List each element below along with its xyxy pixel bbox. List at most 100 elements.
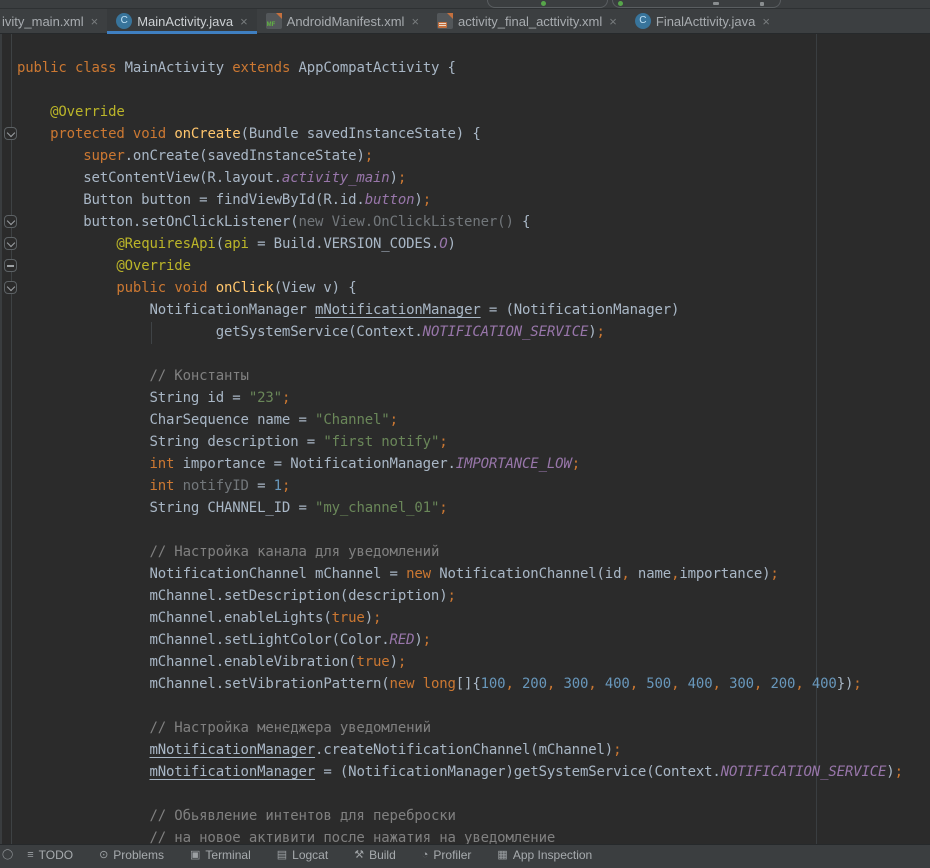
code-token: NotificationManager (17, 302, 315, 318)
code-token: String id = (17, 390, 249, 406)
code-token: name (630, 566, 671, 582)
tab-activity-final-acttivity-xml[interactable]: activity_final_acttivity.xml× (428, 9, 626, 33)
close-icon[interactable]: × (91, 15, 99, 28)
code-token: 200 (522, 676, 547, 692)
tab-finalacttivity-java[interactable]: CFinalActtivity.java× (626, 9, 779, 33)
code-token: ) (448, 236, 456, 252)
code-token: mNotificationManager (315, 302, 481, 318)
toolwindow-button-logcat[interactable]: ▤Logcat (277, 848, 328, 862)
code-token: protected (50, 126, 125, 142)
code-token: true (332, 610, 365, 626)
code-line: String id = "23"; (17, 387, 930, 409)
code-line: // Настройка менеджера уведомлений (17, 717, 930, 739)
code-token: ( (216, 236, 224, 252)
code-token (17, 368, 149, 384)
tab-ivity-main-xml[interactable]: ivity_main.xml× (0, 9, 107, 33)
code-line: mChannel.setLightColor(Color.RED); (17, 629, 930, 651)
code-token (17, 544, 149, 560)
code-token: int (149, 456, 174, 472)
code-token: ; (597, 324, 605, 340)
code-token: void (174, 280, 207, 296)
ide-window: { "app": {"name": "Android Studio editor… (0, 0, 930, 855)
code-editor[interactable]: public class MainActivity extends AppCom… (0, 34, 930, 855)
run-configuration-widget[interactable] (487, 0, 608, 8)
code-line: int importance = NotificationManager.IMP… (17, 453, 930, 475)
close-icon[interactable]: × (411, 15, 419, 28)
code-token: ; (448, 588, 456, 604)
code-token: new long (390, 676, 456, 692)
fold-collapsed-icon[interactable] (4, 259, 17, 272)
code-token: , (547, 676, 555, 692)
code-line (17, 519, 930, 541)
code-token: = (NotificationManager)getSystemService(… (315, 764, 721, 780)
code-line: // Обьявление интентов для переброски (17, 805, 930, 827)
toolbar-icon[interactable] (713, 2, 719, 5)
code-token: NotificationChannel mChannel = (17, 566, 406, 582)
code-token: notifyID (183, 478, 249, 494)
toolwindow-button-problems[interactable]: ⊙Problems (99, 848, 164, 862)
fold-expand-icon[interactable] (4, 281, 17, 294)
toolwindow-button-terminal[interactable]: ▣Terminal (190, 848, 251, 862)
code-token: .onCreate(savedInstanceState) (125, 148, 365, 164)
code-line: super.onCreate(savedInstanceState); (17, 145, 930, 167)
code-token: button (365, 192, 415, 208)
code-token: activity_main (282, 170, 390, 186)
java-class-icon: C (116, 13, 132, 29)
toolwindow-button-profiler[interactable]: ◔Profiler (422, 848, 472, 862)
code-line (17, 343, 930, 365)
toolwindow-button-build[interactable]: ⚒Build (354, 848, 396, 862)
code-token (17, 742, 149, 758)
code-line: Button button = findViewById(R.id.button… (17, 189, 930, 211)
device-run-widget[interactable] (612, 0, 781, 8)
code-token: ; (770, 566, 778, 582)
code-token: = (249, 478, 274, 494)
code-token: api (224, 236, 249, 252)
code-token: ; (439, 500, 447, 516)
todo-icon: ≡ (27, 848, 33, 862)
fold-expand-icon[interactable] (4, 215, 17, 228)
code-token (17, 104, 50, 120)
code-area[interactable]: public class MainActivity extends AppCom… (0, 34, 930, 849)
code-line: mChannel.setVibrationPattern(new long[]{… (17, 673, 930, 695)
code-token (17, 280, 116, 296)
code-line: mChannel.enableLights(true); (17, 607, 930, 629)
code-line: getSystemService(Context.NOTIFICATION_SE… (17, 321, 930, 343)
code-token: Button button = findViewById(R.id. (17, 192, 365, 208)
code-token: ; (439, 434, 447, 450)
code-token: super (83, 148, 124, 164)
code-token: ; (423, 632, 431, 648)
code-line (17, 783, 930, 805)
code-token: ; (398, 170, 406, 186)
run-device-icon[interactable] (618, 1, 623, 6)
fold-expand-icon[interactable] (4, 237, 17, 250)
code-token (174, 478, 182, 494)
toolwindow-button-app-inspection[interactable]: ▦App Inspection (497, 848, 592, 862)
code-token: // Настройка канала для уведомлений (149, 544, 439, 560)
tab-mainactivity-java[interactable]: CMainActivity.java× (107, 9, 256, 33)
code-token (514, 676, 522, 692)
editor-tab-bar: ivity_main.xml×CMainActivity.java×MFAndr… (0, 9, 930, 34)
code-token: NOTIFICATION_SERVICE (423, 324, 589, 340)
code-token: @Override (116, 258, 191, 274)
tab-androidmanifest-xml[interactable]: MFAndroidManifest.xml× (257, 9, 428, 33)
code-token: , (713, 676, 721, 692)
code-token: ; (423, 192, 431, 208)
code-token: NOTIFICATION_SERVICE (721, 764, 887, 780)
run-icon[interactable] (541, 1, 546, 6)
close-icon[interactable]: × (609, 15, 617, 28)
code-line: @Override (17, 101, 930, 123)
close-icon[interactable]: × (240, 15, 248, 28)
code-line: @RequiresApi(api = Build.VERSION_CODES.O… (17, 233, 930, 255)
fold-expand-icon[interactable] (4, 127, 17, 140)
code-token: ; (282, 390, 290, 406)
toolwindow-button-todo[interactable]: ≡TODO (27, 848, 73, 862)
code-token: // Константы (149, 368, 248, 384)
toolwindow-button-label: Problems (113, 848, 164, 862)
window-layout-icon[interactable]: ◯ (2, 848, 13, 862)
code-token (638, 676, 646, 692)
code-token: IMPORTANCE_LOW (456, 456, 572, 472)
close-icon[interactable]: × (762, 15, 770, 28)
toolbar-icon[interactable] (760, 2, 764, 6)
code-token: 1 (274, 478, 282, 494)
code-token: , (621, 566, 629, 582)
